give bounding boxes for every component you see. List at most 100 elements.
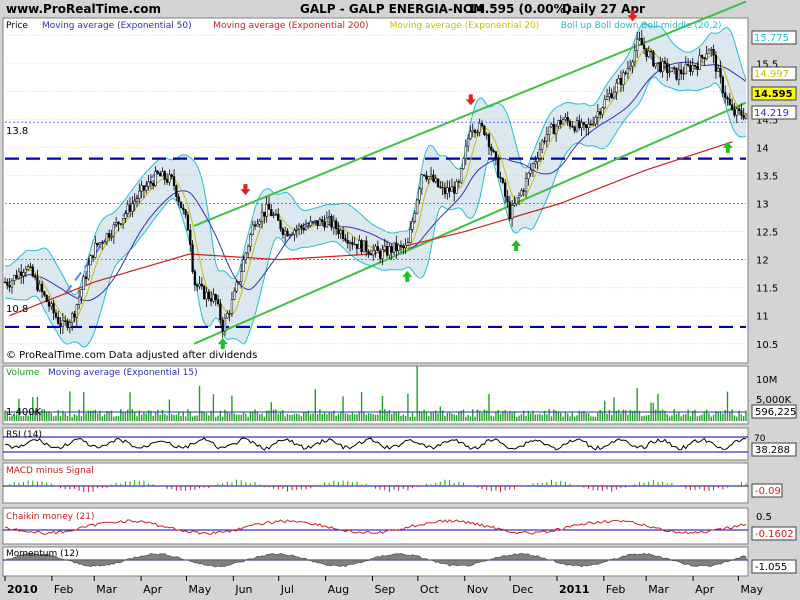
candle-body: [654, 63, 657, 67]
candle-body: [742, 115, 745, 119]
watermark-text: © ProRealTime.com Data adjusted after di…: [6, 350, 257, 361]
candle-body: [328, 216, 331, 219]
candle-body: [603, 99, 606, 109]
candle-body: [480, 123, 484, 127]
candle-body: [652, 51, 655, 67]
candle-body: [378, 250, 382, 259]
y-tick-label: 13: [756, 200, 769, 211]
candle-body: [520, 190, 523, 196]
candle-body: [288, 234, 291, 237]
x-tick-label: May: [740, 583, 763, 596]
candle-body: [737, 108, 741, 111]
candle-body: [388, 246, 391, 256]
candle-body: [260, 211, 264, 222]
candle-body: [629, 65, 632, 69]
candle-body: [416, 199, 419, 214]
x-tick-label: Feb: [606, 583, 625, 596]
rsi-panel[interactable]: [2, 427, 749, 461]
candle-body: [573, 126, 576, 132]
candle-body: [719, 67, 722, 78]
candle-body: [286, 230, 289, 237]
candle-body: [36, 277, 39, 291]
price-badges: 15.775 14.997 14.595 14.219: [751, 30, 797, 120]
candle-body: [71, 313, 74, 323]
candle-body: [177, 196, 180, 203]
level-label-10-8: 10.8: [6, 304, 28, 315]
candle-body: [309, 221, 312, 227]
candle-body: [33, 275, 37, 278]
candle-body: [571, 125, 574, 128]
candle-body: [108, 233, 111, 238]
candle-body: [101, 242, 104, 244]
candle-body: [15, 275, 18, 279]
candle-body: [469, 131, 472, 140]
candle-body: [453, 186, 456, 194]
candle-body: [96, 242, 99, 246]
candle-body: [117, 222, 120, 224]
candle-body: [147, 181, 150, 187]
candle-body: [457, 181, 461, 183]
candle-body: [207, 291, 210, 299]
candle-body: [341, 230, 345, 239]
candle-body: [513, 203, 516, 206]
candle-body: [677, 69, 680, 80]
candle-body: [598, 111, 602, 115]
candle-body: [196, 284, 199, 287]
x-tick-label: Jun: [234, 583, 252, 596]
candle-body: [175, 185, 178, 198]
macd-panel[interactable]: [2, 462, 749, 504]
candle-body: [696, 66, 699, 70]
candle-body: [209, 298, 213, 302]
candle-body: [253, 224, 257, 227]
candle-body: [314, 220, 317, 222]
candle-body: [304, 226, 308, 231]
candle-body: [402, 245, 405, 248]
candle-body: [568, 120, 572, 127]
candle-body: [506, 196, 509, 203]
x-tick-label: May: [188, 583, 211, 596]
candle-body: [490, 146, 493, 151]
candle-body: [636, 38, 639, 51]
candle-body: [682, 73, 685, 75]
price-badge-text: 14.219: [754, 108, 789, 119]
candle-body: [619, 78, 623, 86]
candle-body: [448, 187, 451, 192]
candle-body: [645, 48, 648, 57]
candle-body: [316, 220, 319, 226]
candle-body: [545, 134, 549, 142]
candle-body: [124, 213, 127, 219]
candle-body: [22, 272, 25, 277]
candle-body: [527, 173, 530, 179]
candle-body: [508, 201, 511, 219]
candle-body: [450, 186, 454, 192]
candle-body: [721, 76, 724, 94]
candle-body: [515, 197, 518, 204]
candle-body: [52, 303, 55, 314]
candle-body: [409, 229, 412, 243]
candle-body: [284, 230, 287, 235]
momentum-badge: -1.055: [755, 562, 787, 573]
y-tick-label: 12.5: [756, 228, 778, 239]
candle-body: [94, 242, 97, 258]
candle-body: [538, 148, 542, 159]
candle-body: [277, 213, 280, 221]
chaikin-badge: -0.1602: [755, 529, 794, 540]
candle-body: [110, 235, 113, 238]
level-label-13-8: 13.8: [6, 126, 28, 137]
stock-chart[interactable]: Price Moving average (Exponential 50) Movi…: [0, 0, 800, 600]
candle-body: [473, 129, 477, 133]
x-tick-label: Nov: [467, 583, 489, 596]
candle-body: [411, 221, 414, 230]
x-tick-label: 2010: [7, 583, 38, 596]
candle-body: [191, 244, 194, 272]
candle-body: [501, 178, 505, 183]
candle-body: [337, 228, 340, 235]
candle-body: [40, 283, 44, 292]
chaikin-panel[interactable]: [2, 507, 749, 545]
candle-body: [265, 203, 268, 217]
candle-body: [200, 283, 203, 287]
y-tick-label: 10.5: [756, 340, 778, 351]
candle-body: [399, 244, 403, 247]
candle-body: [559, 120, 562, 125]
candle-body: [184, 209, 187, 216]
